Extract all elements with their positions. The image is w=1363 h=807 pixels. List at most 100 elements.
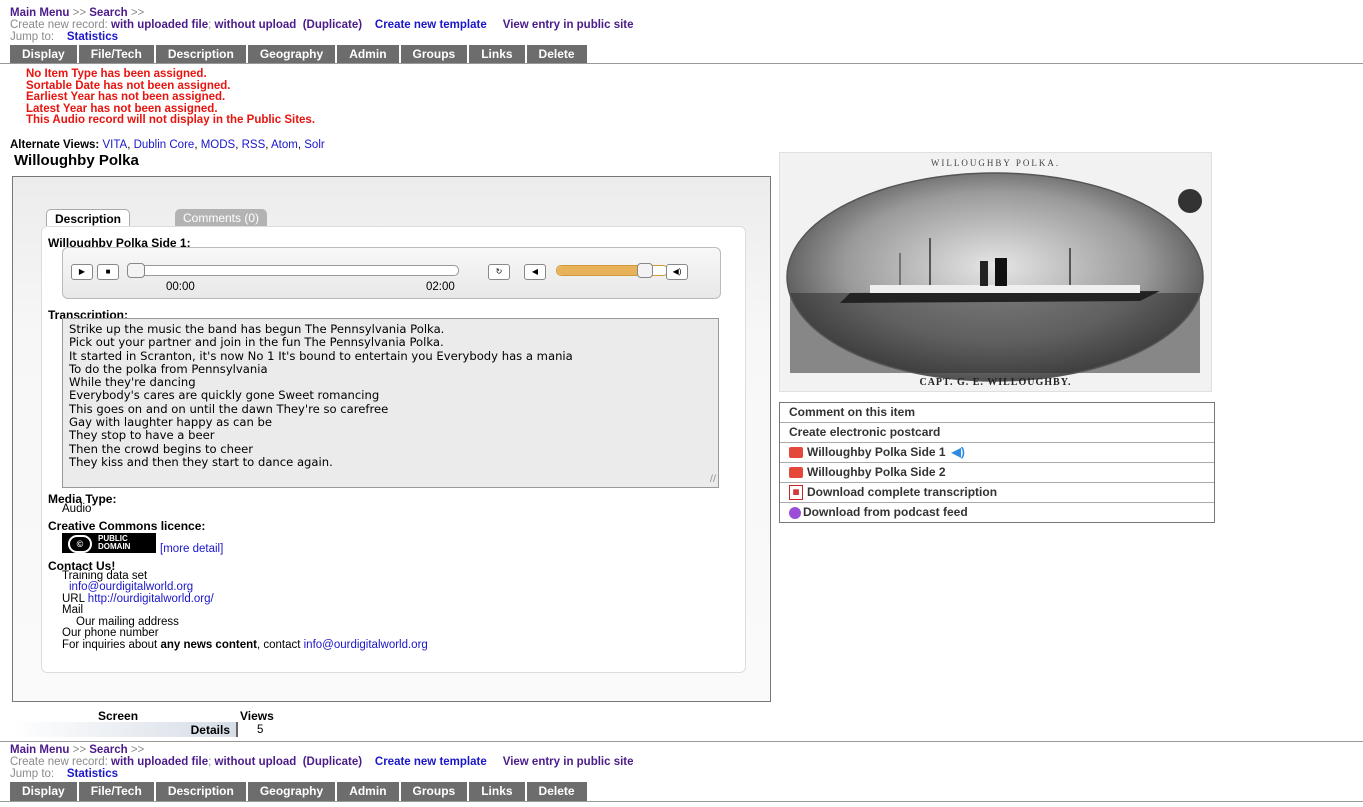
duplicate-link[interactable]: (Duplicate) xyxy=(303,756,362,768)
create-postcard-link[interactable]: Create electronic postcard xyxy=(780,423,1214,443)
tab-description[interactable]: Description xyxy=(155,782,248,801)
volume-slider[interactable] xyxy=(556,263,668,278)
inquiries-email-link[interactable]: info@ourdigitalworld.org xyxy=(304,639,428,651)
download-transcription-link[interactable]: ▦ Download complete transcription xyxy=(780,483,1214,503)
validation-errors: No Item Type has been assigned. Sortable… xyxy=(26,68,315,127)
inquiries-bold: any news content xyxy=(160,639,257,651)
duplicate-link[interactable]: (Duplicate) xyxy=(303,19,362,31)
alt-view-solr[interactable]: Solr xyxy=(304,139,324,151)
statistics-link[interactable]: Statistics xyxy=(67,768,118,780)
transcription-line: Pick out your partner and join in the fu… xyxy=(69,335,444,350)
statistics-link[interactable]: Statistics xyxy=(67,31,118,43)
view-entry-public-link[interactable]: View entry in public site xyxy=(503,19,634,31)
breadcrumb-separator: >> xyxy=(130,7,145,19)
resize-handle-icon[interactable]: ∕∕ xyxy=(710,473,716,486)
url-link[interactable]: http://ourdigitalworld.org/ xyxy=(88,593,214,605)
volume-fill xyxy=(557,266,645,275)
loop-icon[interactable]: ↻ xyxy=(488,264,510,280)
alt-view-atom[interactable]: Atom xyxy=(271,139,298,151)
stats-views-value: 5 xyxy=(257,724,264,736)
stats-details-row: Details xyxy=(12,722,238,737)
public-domain-badge[interactable]: © PUBLIC DOMAIN xyxy=(62,533,156,553)
media-type-value: Audio xyxy=(62,503,92,515)
inquiries-text: For inquiries about xyxy=(62,639,161,651)
inquiries-line: For inquiries about any news content, co… xyxy=(62,639,428,652)
alt-view-rss[interactable]: RSS xyxy=(242,139,266,151)
separator: ; xyxy=(208,756,212,768)
current-time: 00:00 xyxy=(166,281,195,293)
record-tabs-bottom: Display File/Tech Description Geography … xyxy=(10,782,589,801)
play-icon[interactable]: ▶ xyxy=(71,264,93,280)
more-detail-link[interactable]: [more detail] xyxy=(160,543,223,556)
phone-number: Our phone number xyxy=(62,627,159,639)
stats-header-views: Views xyxy=(240,709,274,723)
create-new-record-label: Create new record: xyxy=(10,756,108,768)
tab-display[interactable]: Display xyxy=(10,45,79,64)
audio-side-1-link[interactable]: Willoughby Polka Side 1 ◀) xyxy=(780,443,1214,463)
alternate-views-label: Alternate Views: xyxy=(10,139,100,151)
tab-file-tech[interactable]: File/Tech xyxy=(78,45,156,64)
action-label: Willoughby Polka Side 2 xyxy=(807,465,946,479)
view-entry-public-link[interactable]: View entry in public site xyxy=(503,756,634,768)
transcription-line: Everybody's cares are quickly gone Sweet… xyxy=(69,388,380,403)
speaker-icon[interactable]: ◀) xyxy=(952,443,965,462)
divider xyxy=(0,741,1363,742)
action-label: Comment on this item xyxy=(789,405,916,419)
breadcrumb-separator: >> xyxy=(72,744,87,756)
alt-view-vita[interactable]: VITA xyxy=(102,139,127,151)
tab-geography[interactable]: Geography xyxy=(247,45,338,64)
error-message: Earliest Year has not been assigned. xyxy=(26,91,226,103)
podcast-feed-link[interactable]: Download from podcast feed xyxy=(780,503,1214,522)
volume-max-icon[interactable]: ◀) xyxy=(666,264,688,280)
stats-header-screen: Screen xyxy=(98,709,139,723)
seek-handle[interactable] xyxy=(127,263,145,278)
search-link[interactable]: Search xyxy=(89,7,127,19)
bottom-nav: Main Menu >> Search >> Create new record… xyxy=(10,744,634,780)
tab-geography[interactable]: Geography xyxy=(247,782,338,801)
transcription-line: Then the crowd begins to cheer xyxy=(69,441,254,456)
stop-icon[interactable]: ■ xyxy=(97,264,119,280)
mute-icon[interactable]: ◀ xyxy=(524,264,546,280)
action-label: Download from podcast feed xyxy=(803,505,968,519)
comment-on-item-link[interactable]: Comment on this item xyxy=(780,403,1214,423)
podcast-icon xyxy=(789,506,801,519)
audio-file-icon xyxy=(789,447,803,458)
with-uploaded-file-link[interactable]: with uploaded file xyxy=(111,756,208,768)
alt-view-mods[interactable]: MODS xyxy=(201,139,236,151)
without-upload-link[interactable]: without upload xyxy=(215,19,297,31)
create-new-template-link[interactable]: Create new template xyxy=(375,756,487,768)
audio-file-icon xyxy=(789,467,803,478)
tab-links[interactable]: Links xyxy=(469,45,527,64)
tab-groups[interactable]: Groups xyxy=(400,782,470,801)
tab-delete[interactable]: Delete xyxy=(526,45,589,64)
contact-email-link[interactable]: info@ourdigitalworld.org xyxy=(69,581,193,594)
seek-bar[interactable] xyxy=(127,263,459,278)
url-row: URL http://ourdigitalworld.org/ xyxy=(62,593,214,606)
create-new-template-link[interactable]: Create new template xyxy=(375,19,487,31)
tab-display[interactable]: Display xyxy=(10,782,79,801)
steamship-engraving xyxy=(786,172,1204,382)
main-menu-link[interactable]: Main Menu xyxy=(10,7,69,19)
with-uploaded-file-link[interactable]: with uploaded file xyxy=(111,19,208,31)
tab-admin[interactable]: Admin xyxy=(337,782,401,801)
tab-links[interactable]: Links xyxy=(469,782,527,801)
audio-side-2-link[interactable]: Willoughby Polka Side 2 xyxy=(780,463,1214,483)
image-caption-bottom: CAPT. G. E. WILLOUGHBY. xyxy=(919,377,1072,388)
tab-file-tech[interactable]: File/Tech xyxy=(78,782,156,801)
without-upload-link[interactable]: without upload xyxy=(215,756,297,768)
search-link[interactable]: Search xyxy=(89,744,127,756)
transcription-line: Strike up the music the band has begun T… xyxy=(69,322,445,336)
divider xyxy=(0,63,1363,64)
tab-description[interactable]: Description xyxy=(155,45,248,64)
cc-licence-label: Creative Commons licence: xyxy=(48,519,206,533)
tab-groups[interactable]: Groups xyxy=(400,45,470,64)
volume-handle[interactable] xyxy=(637,263,653,278)
transcription-textarea[interactable]: Strike up the music the band has begun T… xyxy=(62,318,719,488)
mail-label: Mail xyxy=(62,604,84,616)
main-menu-link[interactable]: Main Menu xyxy=(10,744,69,756)
alternate-views: Alternate Views: VITA, Dublin Core, MODS… xyxy=(10,139,325,151)
record-image[interactable]: WILLOUGHBY POLKA. CAPT. G. E. WILLOUGHBY… xyxy=(779,152,1212,392)
tab-delete[interactable]: Delete xyxy=(526,782,589,801)
alt-view-dublin-core[interactable]: Dublin Core xyxy=(134,139,195,151)
tab-admin[interactable]: Admin xyxy=(337,45,401,64)
